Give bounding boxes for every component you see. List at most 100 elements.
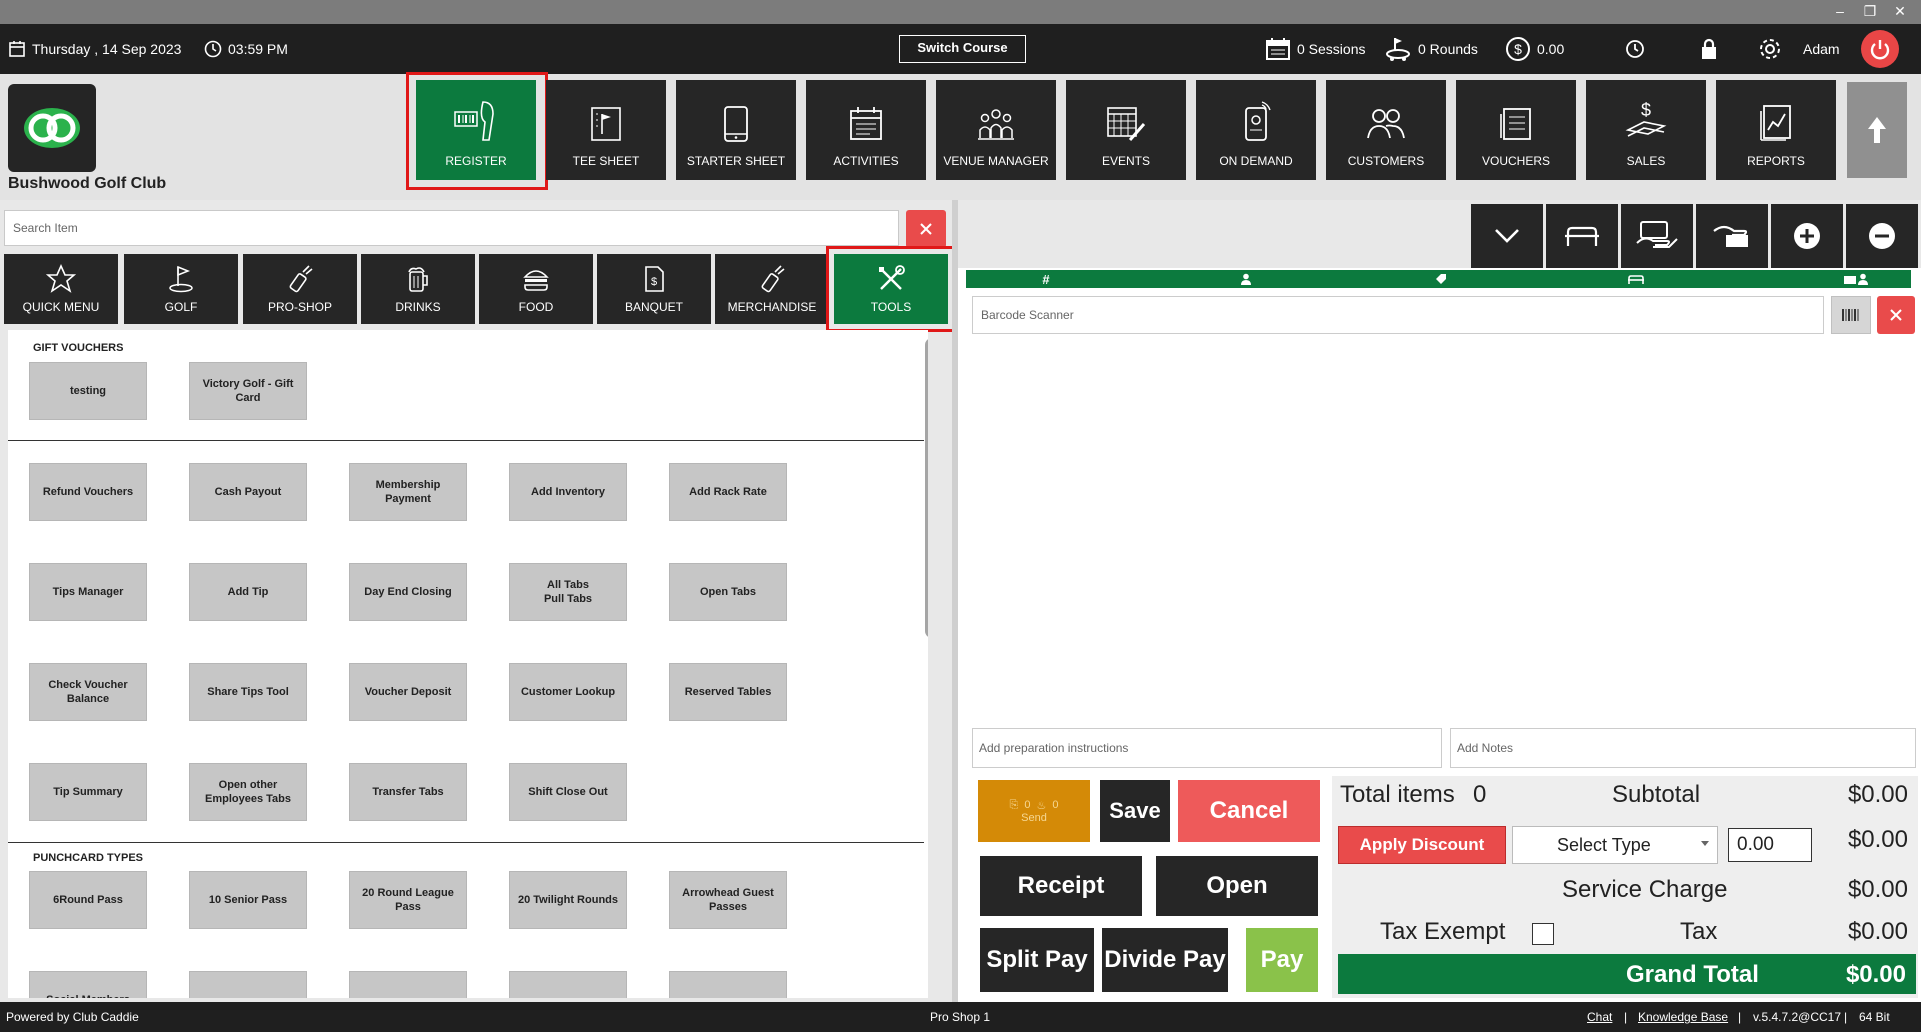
- calendar-icon: [8, 40, 26, 58]
- nav-events[interactable]: EVENTS: [1066, 80, 1186, 180]
- item-refund-vouchers[interactable]: Refund Vouchers: [29, 463, 147, 521]
- search-clear-button[interactable]: [906, 210, 946, 248]
- category-quick-menu[interactable]: QUICK MENU: [4, 254, 118, 324]
- preparation-instructions-input[interactable]: Add preparation instructions: [972, 728, 1442, 768]
- open-button[interactable]: Open: [1156, 856, 1318, 916]
- pay-button[interactable]: Pay: [1246, 928, 1318, 992]
- item-add-inventory[interactable]: Add Inventory: [509, 463, 627, 521]
- item-20-twilight-rounds[interactable]: 20 Twilight Rounds: [509, 871, 627, 929]
- switch-course-button[interactable]: Switch Course: [899, 35, 1026, 63]
- items-scrollbar[interactable]: [925, 338, 928, 638]
- star-icon: [46, 264, 76, 293]
- nav-venue-manager[interactable]: VENUE MANAGER: [936, 80, 1056, 180]
- cancel-button[interactable]: Cancel: [1178, 780, 1320, 842]
- barcode-clear-button[interactable]: [1877, 296, 1915, 334]
- golf-flag-icon: [169, 265, 193, 293]
- chevron-down-icon: [1495, 229, 1519, 243]
- dollar-icon: $: [1505, 36, 1531, 62]
- nav-customers[interactable]: CUSTOMERS: [1326, 80, 1446, 180]
- cash-display[interactable]: $ 0.00: [1505, 24, 1564, 74]
- close-window-icon[interactable]: ✕: [1880, 0, 1920, 24]
- rounds-display[interactable]: 0 Rounds: [1384, 24, 1478, 74]
- split-pay-button[interactable]: Split Pay: [980, 928, 1094, 992]
- save-button[interactable]: Save: [1100, 780, 1170, 842]
- item-10-senior-pass[interactable]: 10 Senior Pass: [189, 871, 307, 929]
- item-punchcard-partial[interactable]: [509, 971, 627, 998]
- increase-quantity-button[interactable]: [1771, 204, 1843, 268]
- send-button[interactable]: ⎘ 0 ♨ 0 Send: [978, 780, 1090, 842]
- barcode-scan-button[interactable]: [1831, 296, 1871, 334]
- item-arrowhead-guest-passes[interactable]: Arrowhead Guest Passes: [669, 871, 787, 929]
- item-victory-golf-gift-card[interactable]: Victory Golf - Gift Card: [189, 362, 307, 420]
- tax-exempt-checkbox[interactable]: [1532, 923, 1554, 945]
- category-drinks[interactable]: DRINKS: [361, 254, 475, 324]
- nav-vouchers[interactable]: VOUCHERS: [1456, 80, 1576, 180]
- nav-on-demand[interactable]: ON DEMAND: [1196, 80, 1316, 180]
- item-check-voucher-balance[interactable]: Check Voucher Balance: [29, 663, 147, 721]
- tax-label: Tax: [1680, 918, 1718, 945]
- item-open-other-employees-tabs[interactable]: Open other Employees Tabs: [189, 763, 307, 821]
- send-count-a: 0: [1024, 799, 1031, 811]
- item-day-end-closing[interactable]: Day End Closing: [349, 563, 467, 621]
- item-tips-manager[interactable]: Tips Manager: [29, 563, 147, 621]
- divide-pay-button[interactable]: Divide Pay: [1102, 928, 1228, 992]
- lock-icon[interactable]: [1700, 24, 1718, 74]
- item-membership-payment[interactable]: Membership Payment: [349, 463, 467, 521]
- scroll-top-button[interactable]: [1847, 82, 1907, 178]
- category-pro-shop[interactable]: PRO-SHOP: [243, 254, 357, 324]
- item-tip-summary[interactable]: Tip Summary: [29, 763, 147, 821]
- club-logo: [8, 84, 96, 172]
- item-punchcard-partial[interactable]: [669, 971, 787, 998]
- notes-input[interactable]: Add Notes: [1450, 728, 1916, 768]
- tablet-icon: [724, 106, 748, 142]
- item-6round-pass[interactable]: 6Round Pass: [29, 871, 147, 929]
- discount-type-select[interactable]: Select Type: [1512, 826, 1718, 864]
- item-20-round-league-pass[interactable]: 20 Round League Pass: [349, 871, 467, 929]
- item-add-rack-rate[interactable]: Add Rack Rate: [669, 463, 787, 521]
- table-icon: [1565, 226, 1599, 246]
- logout-button[interactable]: [1861, 30, 1899, 68]
- item-transfer-tabs[interactable]: Transfer Tabs: [349, 763, 467, 821]
- item-all-tabs-pull-tabs[interactable]: All Tabs Pull Tabs: [509, 563, 627, 621]
- sessions-display[interactable]: 0 Sessions: [1265, 24, 1365, 74]
- item-customer-lookup[interactable]: Customer Lookup: [509, 663, 627, 721]
- item-shift-close-out[interactable]: Shift Close Out: [509, 763, 627, 821]
- nav-register[interactable]: REGISTER: [416, 80, 536, 180]
- history-icon[interactable]: [1625, 24, 1645, 74]
- chat-link[interactable]: Chat: [1587, 1010, 1612, 1024]
- item-punchcard-partial[interactable]: [189, 971, 307, 998]
- discount-value-input[interactable]: 0.00: [1728, 828, 1812, 862]
- table-button[interactable]: [1546, 204, 1618, 268]
- decrease-quantity-button[interactable]: [1846, 204, 1918, 268]
- category-merchandise[interactable]: MERCHANDISE: [715, 254, 829, 324]
- expand-button[interactable]: [1471, 204, 1543, 268]
- user-name[interactable]: Adam: [1803, 24, 1840, 74]
- item-share-tips-tool[interactable]: Share Tips Tool: [189, 663, 307, 721]
- nav-reports[interactable]: REPORTS: [1716, 80, 1836, 180]
- item-open-tabs[interactable]: Open Tabs: [669, 563, 787, 621]
- nav-starter-sheet[interactable]: STARTER SHEET: [676, 80, 796, 180]
- customer-card-button[interactable]: [1621, 204, 1693, 268]
- nav-activities[interactable]: ACTIVITIES: [806, 80, 926, 180]
- search-item-input[interactable]: Search Item: [4, 210, 899, 246]
- pay-hand-button[interactable]: [1696, 204, 1768, 268]
- nav-sales[interactable]: $ SALES: [1586, 80, 1706, 180]
- category-tools[interactable]: TOOLS: [834, 254, 948, 324]
- gear-icon[interactable]: [1757, 24, 1783, 74]
- item-reserved-tables[interactable]: Reserved Tables: [669, 663, 787, 721]
- item-voucher-deposit[interactable]: Voucher Deposit: [349, 663, 467, 721]
- receipt-button[interactable]: Receipt: [980, 856, 1142, 916]
- knowledge-base-link[interactable]: Knowledge Base: [1638, 1010, 1728, 1024]
- barcode-scanner-input[interactable]: Barcode Scanner: [972, 296, 1824, 334]
- nav-tee-sheet[interactable]: TEE SHEET: [546, 80, 666, 180]
- item-punchcard-partial[interactable]: [349, 971, 467, 998]
- item-cash-payout[interactable]: Cash Payout: [189, 463, 307, 521]
- category-banquet[interactable]: $ BANQUET: [597, 254, 711, 324]
- category-food[interactable]: FOOD: [479, 254, 593, 324]
- minus-circle-icon: [1869, 223, 1895, 249]
- item-social-members[interactable]: Social Members: [29, 971, 147, 998]
- item-add-tip[interactable]: Add Tip: [189, 563, 307, 621]
- apply-discount-button[interactable]: Apply Discount: [1338, 826, 1506, 864]
- item-testing[interactable]: testing: [29, 362, 147, 420]
- category-golf[interactable]: GOLF: [124, 254, 238, 324]
